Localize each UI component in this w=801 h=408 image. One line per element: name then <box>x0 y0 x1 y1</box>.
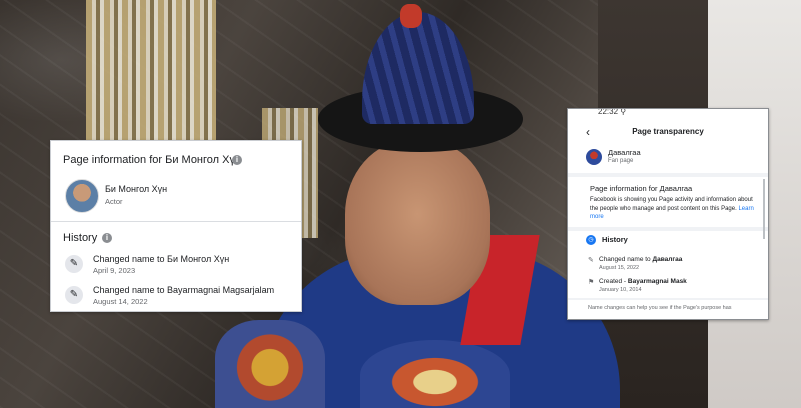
history-heading: History <box>602 235 628 244</box>
page-transparency-card: 22:32 ⚲ ‹ Page transparency Давалгаа Fan… <box>567 108 769 320</box>
page-transparency-title: Page transparency <box>632 127 704 136</box>
flag-icon: ⚑ <box>588 279 595 286</box>
page-role: Actor <box>105 197 123 206</box>
page-name[interactable]: Би Монгол Хүн <box>105 184 167 194</box>
clock-icon: ◷ <box>586 235 596 245</box>
divider <box>51 221 301 222</box>
robe-ornament <box>360 340 510 408</box>
page-info-card: Page information for Би Монгол Хүн i Би … <box>50 140 302 312</box>
person-face <box>345 140 490 305</box>
edit-circle-icon: ✎ <box>65 255 83 273</box>
hat-knot <box>400 4 422 28</box>
avatar[interactable] <box>65 179 99 213</box>
edit-icon: ✎ <box>588 257 594 264</box>
history-item-date: August 15, 2022 <box>599 265 640 271</box>
info-icon[interactable]: i <box>232 155 242 165</box>
history-heading: History <box>63 232 98 244</box>
page-info-title: Page information for Давалгаа <box>590 184 693 193</box>
scrollbar[interactable] <box>763 179 765 239</box>
history-item-text: Changed name to Давалгаа <box>599 256 683 263</box>
status-bar-time: 22:32 ⚲ <box>598 108 627 116</box>
history-item-text: Changed name to Bayarmagnai Magsarjalam <box>93 285 275 295</box>
info-icon[interactable]: i <box>102 233 112 243</box>
footer-note: Name changes can help you see if the Pag… <box>588 305 732 311</box>
edit-circle-icon: ✎ <box>65 286 83 304</box>
section-divider <box>568 173 768 177</box>
history-item-text: Changed name to Би Монгол Хүн <box>93 254 230 264</box>
page-name[interactable]: Давалгаа <box>608 148 641 157</box>
crystal-pillar <box>86 0 216 150</box>
section-divider <box>568 227 768 231</box>
robe-ornament <box>215 320 325 408</box>
history-item-date: August 14, 2022 <box>93 297 148 306</box>
history-item-date: April 9, 2023 <box>93 266 136 275</box>
page-type: Fan page <box>608 158 634 164</box>
avatar[interactable] <box>586 149 602 165</box>
page-info-body: Facebook is showing you Page activity an… <box>590 197 753 212</box>
history-item-date: January 10, 2014 <box>599 287 642 293</box>
section-divider <box>568 298 768 300</box>
page-info-description: Facebook is showing you Page activity an… <box>590 196 762 222</box>
history-item-text: Created - Bayarmagnai Mask <box>599 278 687 285</box>
page-info-title: Page information for Би Монгол Хүн <box>63 154 242 166</box>
